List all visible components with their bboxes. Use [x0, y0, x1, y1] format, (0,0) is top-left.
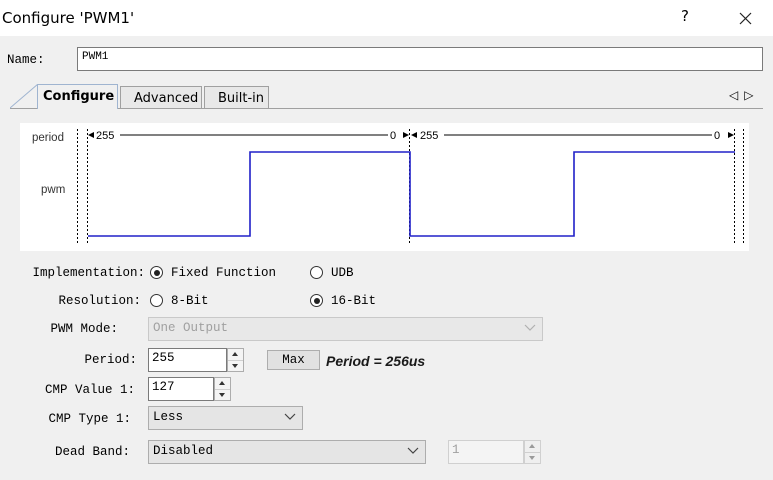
dead-band-spin-down	[525, 452, 540, 463]
period-input[interactable]: 255	[148, 348, 227, 372]
tab-advanced[interactable]: Advanced	[120, 86, 202, 108]
window-title: Configure 'PWM1'	[2, 9, 135, 27]
dead-band-value: Disabled	[153, 444, 214, 458]
cmp-value-1-input[interactable]: 127	[148, 377, 214, 401]
name-label: Name:	[7, 53, 45, 67]
period-mark-255-b: 255	[420, 130, 438, 142]
radio-udb[interactable]	[310, 266, 323, 279]
cmp-type-1-value: Less	[153, 410, 184, 424]
resolution-label: Resolution:	[58, 294, 141, 308]
16-bit-label: 16-Bit	[331, 294, 377, 308]
dead-band-count-input: 1	[448, 440, 524, 464]
period-spinner[interactable]	[227, 348, 244, 372]
max-button[interactable]: Max	[267, 350, 320, 370]
period-mark-0-a: 0	[390, 130, 396, 142]
pwm-mode-value: One Output	[153, 321, 229, 335]
period-readout: Period = 256us	[326, 353, 426, 369]
radio-fixed-function[interactable]	[150, 266, 163, 279]
title-bar: Configure 'PWM1' ?	[0, 0, 773, 36]
name-input[interactable]: PWM1	[77, 47, 763, 71]
tab-scroll-arrows[interactable]: ◁▷	[729, 88, 759, 102]
dead-band-count-spinner	[524, 440, 541, 464]
cmp-type-1-select[interactable]: Less	[148, 406, 303, 430]
dead-band-select[interactable]: Disabled	[148, 440, 426, 464]
scroll-right-icon[interactable]: ▷	[744, 88, 759, 102]
udb-label: UDB	[331, 266, 354, 280]
fixed-function-label: Fixed Function	[171, 266, 277, 280]
cmp-value-1-label: CMP Value 1:	[44, 383, 135, 397]
8-bit-label: 8-Bit	[171, 294, 209, 308]
tab-built-in[interactable]: Built-in	[204, 86, 269, 108]
pwm-signal-trace	[88, 151, 735, 237]
implementation-label: Implementation:	[32, 266, 145, 280]
signal-label-pwm: pwm	[41, 184, 65, 196]
cmp-type-1-label: CMP Type 1:	[48, 412, 131, 426]
dead-band-label: Dead Band:	[54, 445, 130, 459]
period-label: Period:	[84, 353, 137, 367]
radio-8-bit[interactable]	[150, 294, 163, 307]
radio-16-bit[interactable]	[310, 294, 323, 307]
signal-label-period: period	[32, 132, 64, 144]
chevron-down-icon	[407, 447, 419, 454]
chevron-down-icon	[284, 413, 296, 420]
period-spin-down[interactable]	[228, 360, 243, 371]
tab-configure[interactable]: Configure	[37, 84, 118, 109]
pwm-mode-select: One Output	[148, 317, 543, 341]
scroll-left-icon[interactable]: ◁	[729, 88, 744, 102]
cmp-value-1-spin-down[interactable]	[215, 389, 230, 400]
pwm-mode-label: PWM Mode:	[50, 322, 118, 336]
help-button[interactable]: ?	[681, 7, 689, 25]
period-mark-255-a: 255	[96, 130, 114, 142]
period-counter-row: 255 0 255 0	[88, 127, 734, 142]
cmp-value-1-spinner[interactable]	[214, 377, 231, 401]
pwm-waveform-preview: period pwm 255 0 255 0	[20, 123, 749, 251]
close-icon	[739, 12, 752, 25]
period-mark-0-b: 0	[714, 130, 720, 142]
chevron-down-icon	[524, 324, 536, 331]
close-button[interactable]	[730, 4, 760, 32]
tab-strip-line	[10, 108, 763, 109]
tab-corner	[10, 84, 39, 109]
